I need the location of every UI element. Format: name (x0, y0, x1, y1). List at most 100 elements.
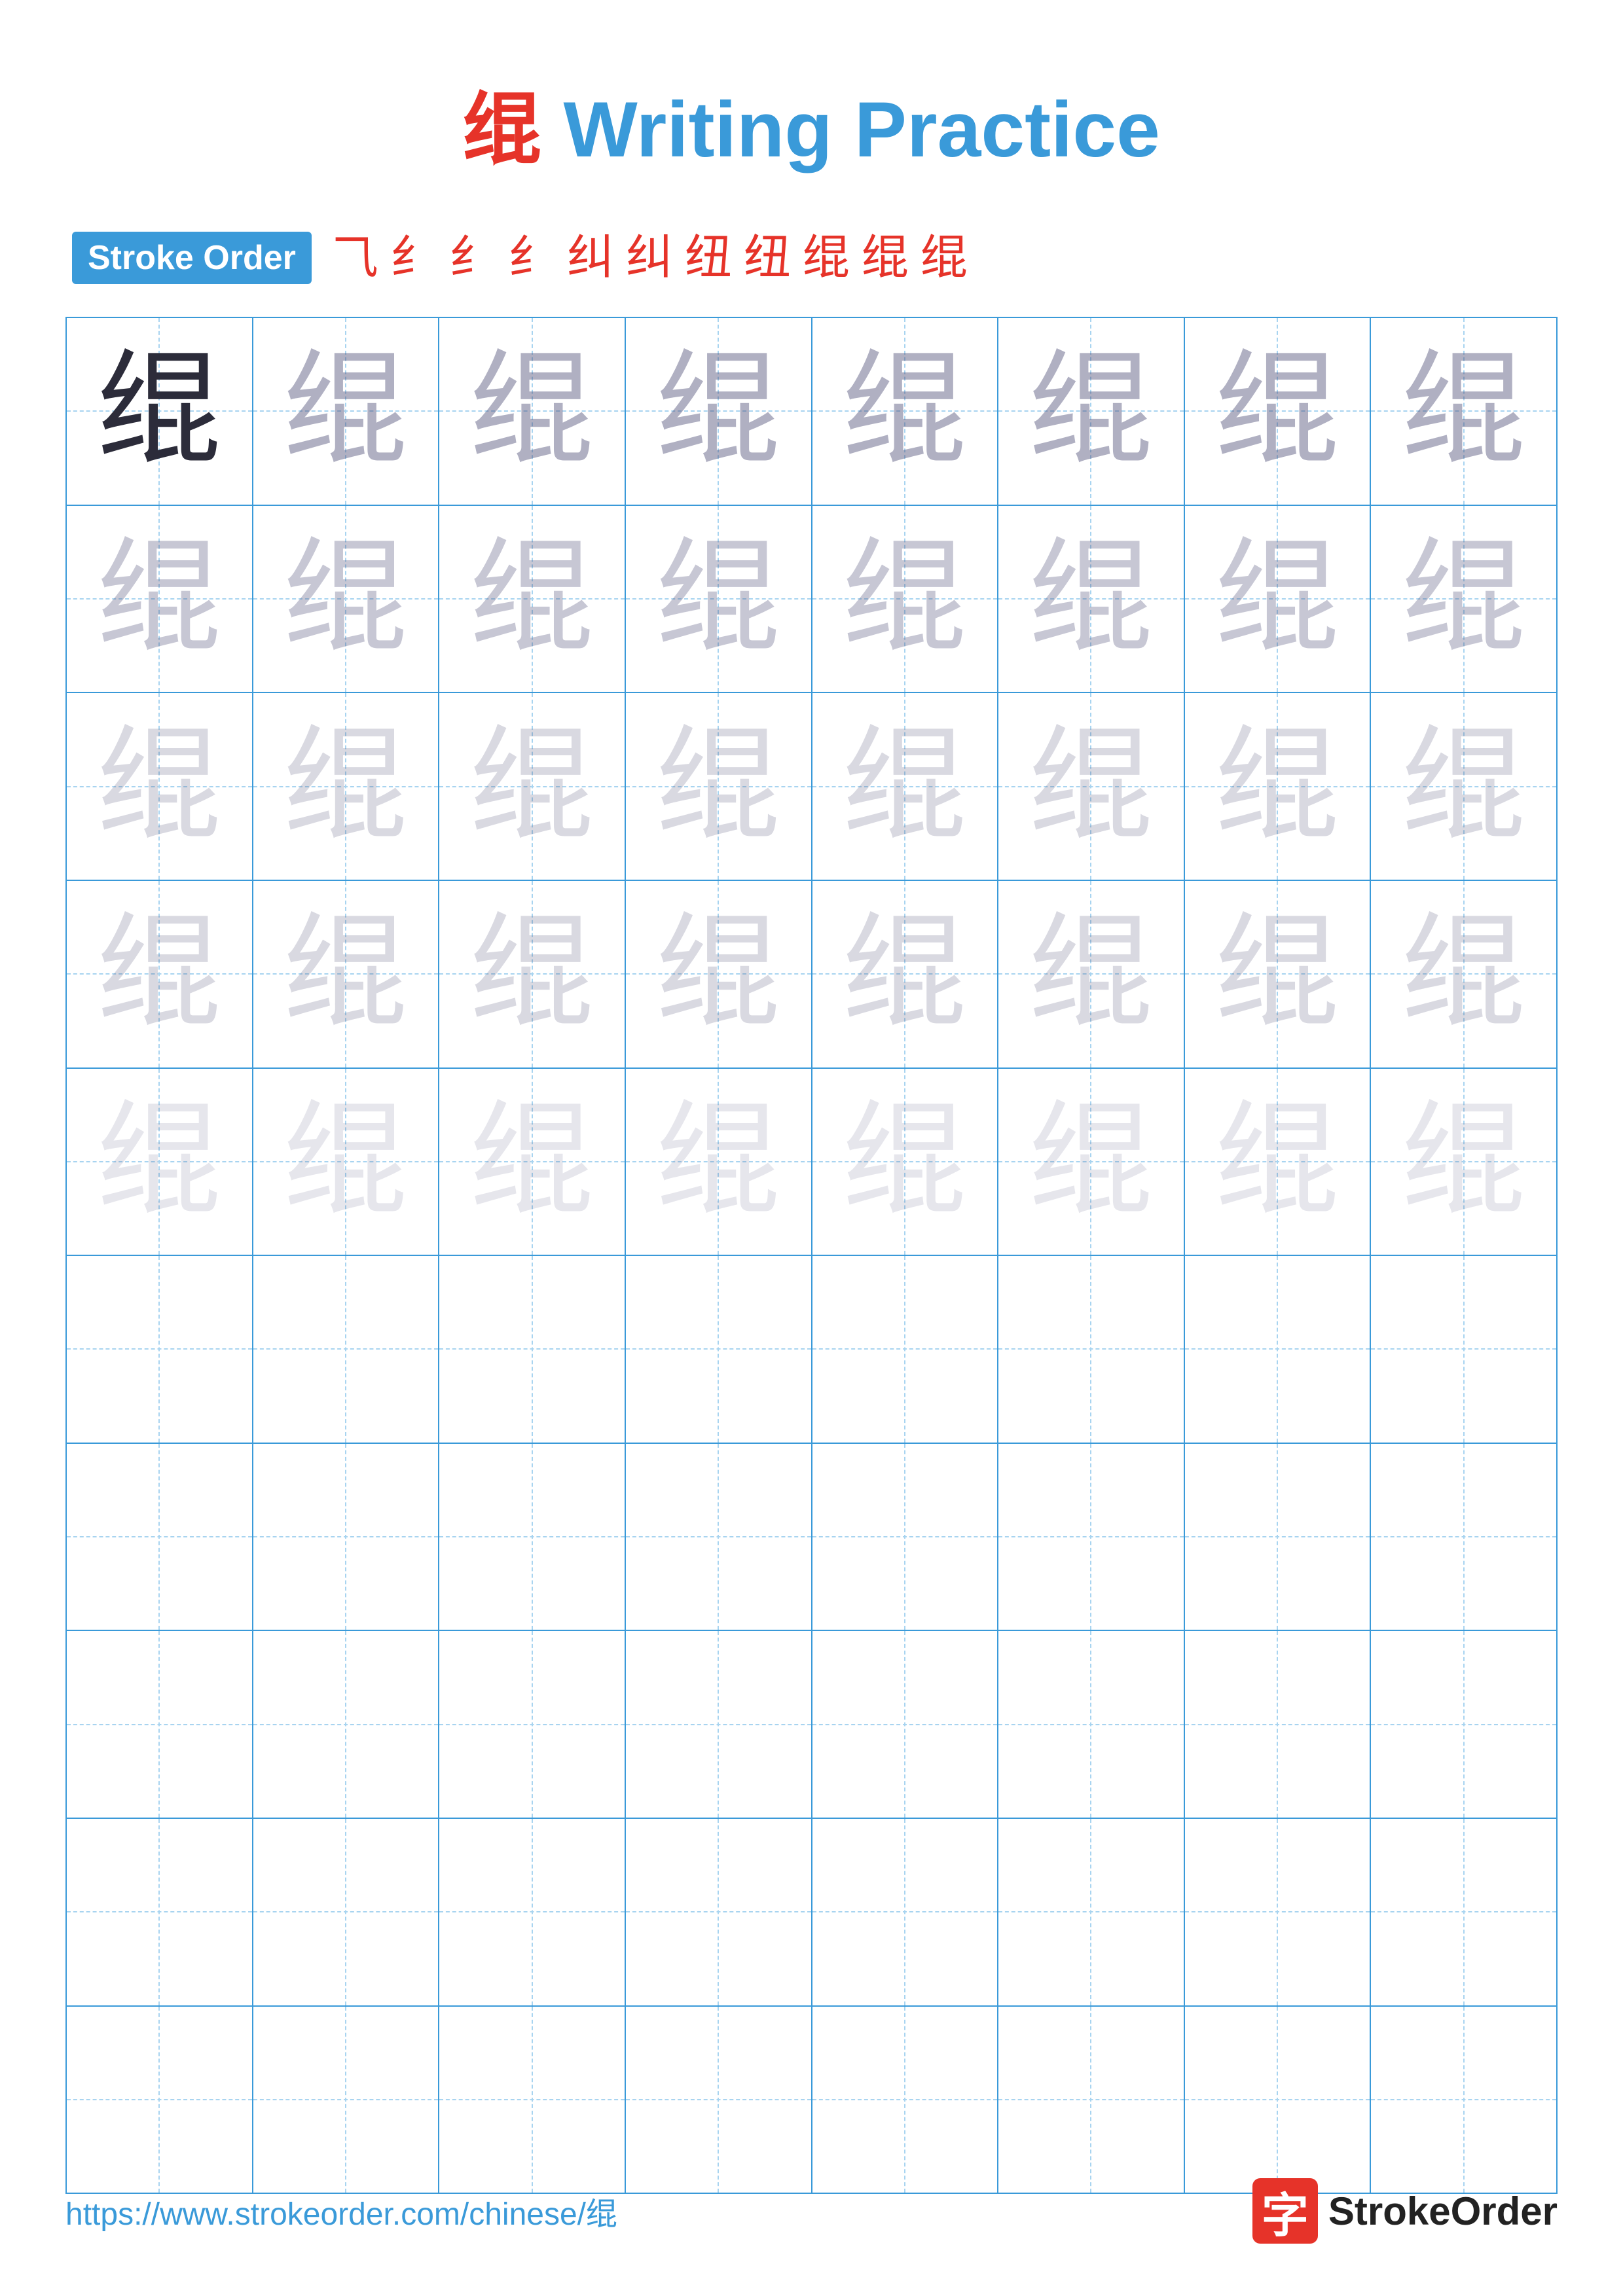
cell-3-2[interactable]: 绲 (253, 693, 440, 880)
footer-url[interactable]: https://www.strokeorder.com/chinese/绲 (65, 2188, 617, 2234)
cell-1-7[interactable]: 绲 (1185, 318, 1372, 505)
grid-row-2: 绲 绲 绲 绲 绲 绲 绲 绲 (67, 506, 1556, 694)
grid-row-6 (67, 1256, 1556, 1444)
title-chinese: 绲 (463, 86, 541, 173)
cell-8-4[interactable] (626, 1631, 812, 1818)
cell-4-4[interactable]: 绲 (626, 881, 812, 1067)
cell-2-2[interactable]: 绲 (253, 506, 440, 692)
cell-5-8[interactable]: 绲 (1371, 1069, 1556, 1255)
cell-3-7[interactable]: 绲 (1185, 693, 1372, 880)
char-light: 绲 (1402, 537, 1526, 661)
cell-9-2[interactable] (253, 1819, 440, 2005)
cell-10-5[interactable] (812, 2007, 999, 2193)
cell-7-4[interactable] (626, 1444, 812, 1630)
char-dark: 绲 (97, 349, 221, 473)
cell-7-1[interactable] (67, 1444, 253, 1630)
cell-5-7[interactable]: 绲 (1185, 1069, 1372, 1255)
cell-5-1[interactable]: 绲 (67, 1069, 253, 1255)
cell-4-2[interactable]: 绲 (253, 881, 440, 1067)
cell-4-1[interactable]: 绲 (67, 881, 253, 1067)
cell-2-1[interactable]: 绲 (67, 506, 253, 692)
cell-8-3[interactable] (439, 1631, 626, 1818)
cell-7-8[interactable] (1371, 1444, 1556, 1630)
cell-4-5[interactable]: 绲 (812, 881, 999, 1067)
cell-4-7[interactable]: 绲 (1185, 881, 1372, 1067)
cell-9-3[interactable] (439, 1819, 626, 2005)
footer-logo: 字 StrokeOrder (1252, 2178, 1558, 2244)
cell-1-4[interactable]: 绲 (626, 318, 812, 505)
cell-3-8[interactable]: 绲 (1371, 693, 1556, 880)
cell-6-3[interactable] (439, 1256, 626, 1443)
cell-10-8[interactable] (1371, 2007, 1556, 2193)
cell-2-4[interactable]: 绲 (626, 506, 812, 692)
cell-2-8[interactable]: 绲 (1371, 506, 1556, 692)
cell-4-6[interactable]: 绲 (998, 881, 1185, 1067)
cell-5-2[interactable]: 绲 (253, 1069, 440, 1255)
cell-7-3[interactable] (439, 1444, 626, 1630)
cell-7-2[interactable] (253, 1444, 440, 1630)
cell-9-6[interactable] (998, 1819, 1185, 2005)
cell-9-5[interactable] (812, 1819, 999, 2005)
cell-6-6[interactable] (998, 1256, 1185, 1443)
page-title: 绲 Writing Practice (65, 65, 1558, 179)
cell-7-7[interactable] (1185, 1444, 1372, 1630)
cell-8-2[interactable] (253, 1631, 440, 1818)
cell-1-6[interactable]: 绲 (998, 318, 1185, 505)
cell-2-7[interactable]: 绲 (1185, 506, 1372, 692)
stroke-order-label: Stroke Order (72, 232, 312, 284)
cell-7-5[interactable] (812, 1444, 999, 1630)
cell-8-7[interactable] (1185, 1631, 1372, 1818)
stroke-9: 绲 (803, 234, 850, 281)
cell-2-5[interactable]: 绲 (812, 506, 999, 692)
cell-5-5[interactable]: 绲 (812, 1069, 999, 1255)
cell-3-1[interactable]: 绲 (67, 693, 253, 880)
cell-3-6[interactable]: 绲 (998, 693, 1185, 880)
cell-7-6[interactable] (998, 1444, 1185, 1630)
cell-1-5[interactable]: 绲 (812, 318, 999, 505)
cell-3-4[interactable]: 绲 (626, 693, 812, 880)
cell-1-2[interactable]: 绲 (253, 318, 440, 505)
cell-3-3[interactable]: 绲 (439, 693, 626, 880)
cell-9-8[interactable] (1371, 1819, 1556, 2005)
cell-6-8[interactable] (1371, 1256, 1556, 1443)
grid-row-8 (67, 1631, 1556, 1819)
char-light: 绲 (97, 1100, 221, 1224)
cell-10-6[interactable] (998, 2007, 1185, 2193)
cell-6-1[interactable] (67, 1256, 253, 1443)
cell-6-7[interactable] (1185, 1256, 1372, 1443)
cell-6-2[interactable] (253, 1256, 440, 1443)
char-light: 绲 (1215, 912, 1340, 1036)
cell-9-4[interactable] (626, 1819, 812, 2005)
cell-4-8[interactable]: 绲 (1371, 881, 1556, 1067)
cell-4-3[interactable]: 绲 (439, 881, 626, 1067)
cell-2-6[interactable]: 绲 (998, 506, 1185, 692)
cell-6-5[interactable] (812, 1256, 999, 1443)
cell-10-7[interactable] (1185, 2007, 1372, 2193)
cell-5-4[interactable]: 绲 (626, 1069, 812, 1255)
char-light: 绲 (1029, 1100, 1153, 1224)
cell-8-8[interactable] (1371, 1631, 1556, 1818)
cell-8-1[interactable] (67, 1631, 253, 1818)
cell-10-4[interactable] (626, 2007, 812, 2193)
logo-icon: 字 (1252, 2178, 1318, 2244)
cell-8-6[interactable] (998, 1631, 1185, 1818)
cell-3-5[interactable]: 绲 (812, 693, 999, 880)
cell-5-3[interactable]: 绲 (439, 1069, 626, 1255)
cell-9-1[interactable] (67, 1819, 253, 2005)
char-light: 绲 (97, 912, 221, 1036)
cell-10-3[interactable] (439, 2007, 626, 2193)
cell-1-3[interactable]: 绲 (439, 318, 626, 505)
cell-8-5[interactable] (812, 1631, 999, 1818)
cell-5-6[interactable]: 绲 (998, 1069, 1185, 1255)
char-light: 绲 (1402, 349, 1526, 473)
char-light: 绲 (1402, 725, 1526, 849)
cell-2-3[interactable]: 绲 (439, 506, 626, 692)
cell-9-7[interactable] (1185, 1819, 1372, 2005)
cell-10-1[interactable] (67, 2007, 253, 2193)
cell-6-4[interactable] (626, 1256, 812, 1443)
char-light: 绲 (1215, 725, 1340, 849)
cell-10-2[interactable] (253, 2007, 440, 2193)
cell-1-8[interactable]: 绲 (1371, 318, 1556, 505)
char-light: 绲 (1402, 1100, 1526, 1224)
cell-1-1[interactable]: 绲 (67, 318, 253, 505)
